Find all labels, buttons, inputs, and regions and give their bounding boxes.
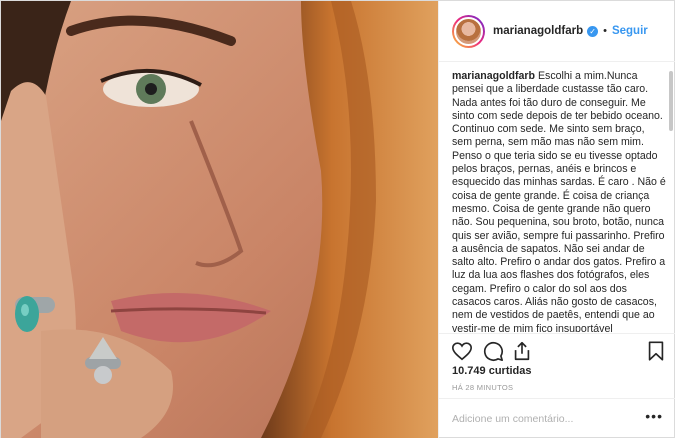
caption-scrollbar[interactable] <box>668 63 674 333</box>
share-icon[interactable] <box>511 340 533 362</box>
comment-bar: ••• <box>439 398 675 438</box>
bookmark-icon[interactable] <box>645 340 667 362</box>
comment-icon[interactable] <box>482 340 504 362</box>
caption-text: Escolhi a mim.Nunca pensei que a liberda… <box>452 70 666 332</box>
heart-icon[interactable] <box>451 340 473 362</box>
separator-dot: • <box>603 25 607 37</box>
action-bar <box>439 333 675 367</box>
scrollbar-thumb[interactable] <box>669 71 673 131</box>
selfie-illustration <box>1 1 438 438</box>
post-sidebar: marianagoldfarb ✓ • Seguir marianagoldfa… <box>438 1 675 438</box>
caption: marianagoldfarb Escolhi a mim.Nunca pens… <box>452 70 666 332</box>
post-photo[interactable] <box>1 1 438 438</box>
username-link[interactable]: marianagoldfarb <box>493 25 583 37</box>
post-header: marianagoldfarb ✓ • Seguir <box>439 1 675 62</box>
likes-count[interactable]: 10.749 curtidas <box>452 365 532 377</box>
instagram-post: marianagoldfarb ✓ • Seguir marianagoldfa… <box>0 0 675 438</box>
comment-input[interactable] <box>452 411 632 427</box>
post-timestamp[interactable]: HÁ 28 MINUTOS <box>452 383 513 392</box>
verified-badge-icon: ✓ <box>587 25 599 37</box>
caption-username[interactable]: marianagoldfarb <box>452 70 535 82</box>
avatar-image <box>454 16 483 46</box>
avatar[interactable] <box>452 14 485 48</box>
more-options-icon[interactable]: ••• <box>645 409 663 423</box>
follow-button[interactable]: Seguir <box>612 25 648 37</box>
